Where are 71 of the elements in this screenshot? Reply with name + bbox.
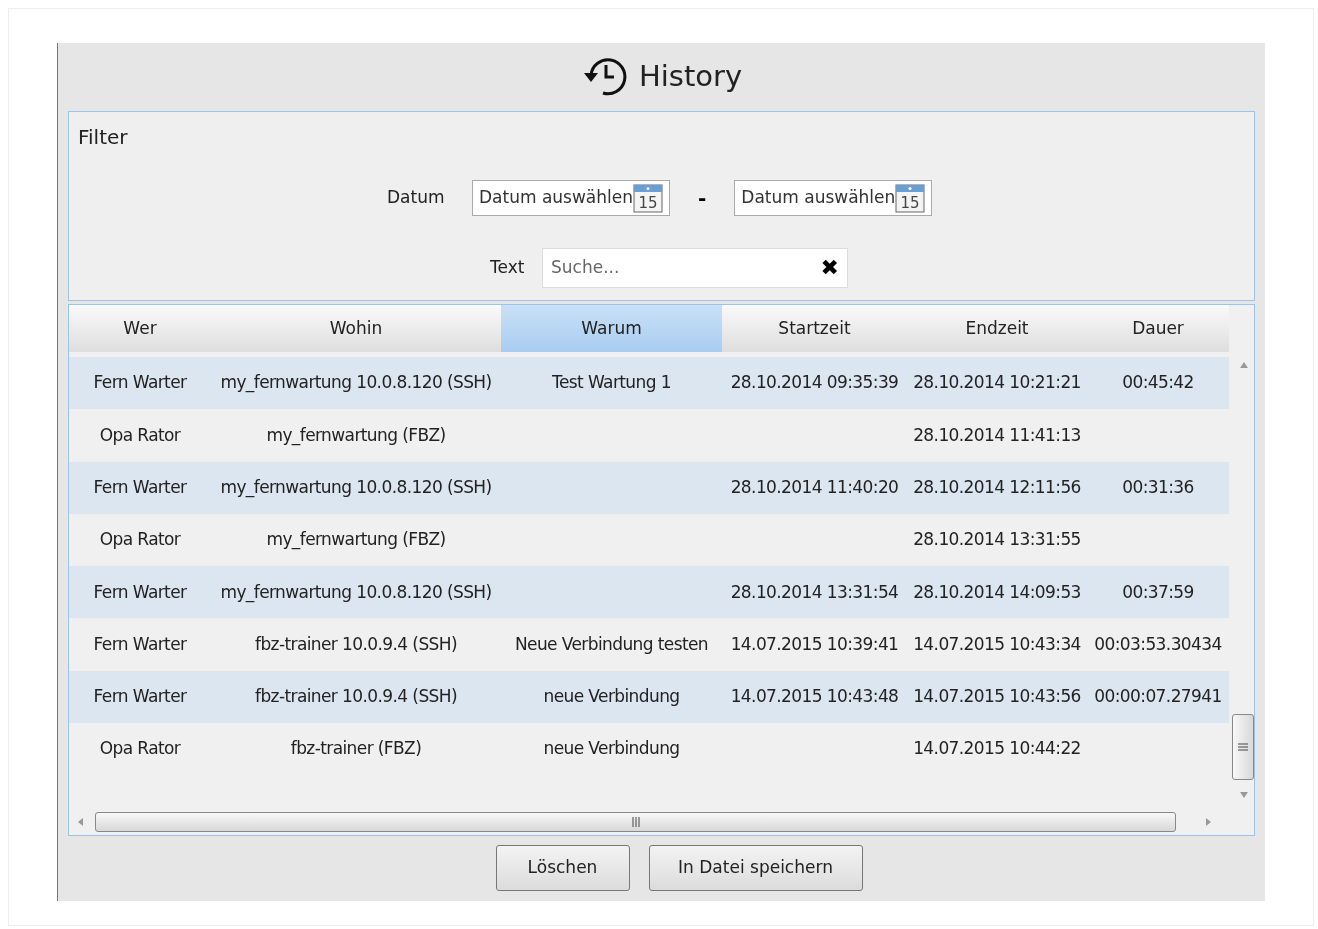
column-header[interactable]: Wohin <box>211 305 501 352</box>
table-row[interactable]: Fern Warter my_fernwartung 10.0.8.120 (SSH) 28.10.2014 13:31:54 28.10.2014 14:09:53 00:37:59 <box>69 566 1229 619</box>
table-cell-text: fbz-trainer 10.0.9.4 (SSH) <box>255 685 457 709</box>
table-cell-text: 00:45:42 <box>1122 371 1194 395</box>
clear-button[interactable]: ✖ <box>820 257 839 279</box>
table-cell-text: 14.07.2015 10:44:22 <box>913 737 1081 761</box>
table-cell-text: 28.10.2014 09:35:39 <box>730 371 899 395</box>
table-cell-text: 28.10.2014 14:09:53 <box>913 580 1081 604</box>
table-cell-text: 28.10.2014 10:21:21 <box>913 371 1081 395</box>
scroll-right-icon[interactable] <box>1206 817 1211 826</box>
table-cell-text: fbz-trainer 10.0.9.4 (SSH) <box>255 632 457 656</box>
action-button[interactable]: In Datei speichern <box>648 845 863 891</box>
calendar-icon[interactable]: 15 <box>633 183 663 213</box>
table-cell-text: Opa Rator <box>99 423 181 447</box>
scroll-up-icon[interactable] <box>1240 362 1248 368</box>
table-cell-text: 00:03:53.30434 <box>1094 632 1222 656</box>
table-cell-text: 28.10.2014 11:40:20 <box>730 476 899 499</box>
table-row[interactable]: Fern Warter my_fernwartung 10.0.8.120 (SSH) Test Wartung 1 28.10.2014 09:35:39 28.10.2014 10:21:21 00:45:42 <box>69 357 1229 410</box>
calendar-icon[interactable]: 15 <box>895 183 926 213</box>
scroll-left-icon[interactable] <box>78 817 83 826</box>
table-cell-text: Fern Warter <box>93 476 187 499</box>
grip-icon <box>1238 742 1248 752</box>
filter-title: Filter <box>78 124 128 151</box>
date-placeholder: Datum auswählen <box>479 186 633 210</box>
table-cell-text: 00:37:59 <box>1122 580 1194 604</box>
table-cell-text: Fern Warter <box>93 371 187 395</box>
table-cell-text: Fern Warter <box>93 632 187 656</box>
table-cell-text: 28.10.2014 13:31:54 <box>730 580 899 604</box>
table-cell-text: my_fernwartung 10.0.8.120 (SSH) <box>220 580 492 605</box>
column-header[interactable]: Startzeit <box>722 305 907 352</box>
action-button[interactable]: Löschen <box>495 845 630 891</box>
scrollbar-thumb[interactable] <box>1232 714 1254 780</box>
table-cell-text: 00:00:07.27941 <box>1094 685 1222 709</box>
table-row[interactable]: Fern Warter fbz-trainer 10.0.9.4 (SSH) neue Verbindung 14.07.2015 10:43:48 14.07.2015 10:43:56 00:00:07.27941 <box>69 670 1229 724</box>
table-cell-text: Opa Rator <box>99 528 181 552</box>
window-title: History <box>638 58 743 96</box>
scroll-down-icon[interactable] <box>1240 792 1248 798</box>
table-cell-text: 28.10.2014 13:31:55 <box>913 528 1081 552</box>
table-cell-text: neue Verbindung <box>543 737 680 761</box>
grip-icon <box>630 816 641 827</box>
table-cell-text: 14.07.2015 10:43:48 <box>730 685 899 709</box>
date-label: Datum <box>387 186 446 210</box>
table-cell-text: fbz-trainer (FBZ) <box>290 737 422 761</box>
table-cell-text: 14.07.2015 10:39:41 <box>730 632 899 656</box>
date-from-field[interactable]: Datum auswählen 15 <box>472 180 670 216</box>
date-separator: - <box>698 185 707 212</box>
scrollbar-thumb[interactable] <box>95 811 1176 832</box>
table-cell-text: 14.07.2015 10:43:56 <box>913 685 1081 709</box>
date-to-field[interactable]: Datum auswählen 15 <box>734 180 933 216</box>
search-field[interactable]: Suche... ✖ <box>542 248 848 288</box>
table-cell-text: my_fernwartung 10.0.8.120 (SSH) <box>220 476 492 500</box>
table-cell-text: Fern Warter <box>93 685 187 709</box>
column-header[interactable]: Warum <box>501 305 722 352</box>
column-header[interactable]: Endzeit <box>907 305 1087 352</box>
date-placeholder: Datum auswählen <box>741 186 896 210</box>
column-header[interactable]: Dauer <box>1087 305 1229 352</box>
table-cell-text: my_fernwartung (FBZ) <box>266 528 446 552</box>
table-cell-text: Opa Rator <box>99 737 181 761</box>
table-cell-text: Neue Verbindung testen <box>514 632 709 656</box>
table-row[interactable]: Fern Warter my_fernwartung 10.0.8.120 (SSH) 28.10.2014 11:40:20 28.10.2014 12:11:56 00:31:36 <box>69 461 1229 514</box>
table-cell-text: my_fernwartung (FBZ) <box>266 423 446 448</box>
table-cell-text: 28.10.2014 11:41:13 <box>913 423 1081 447</box>
table-cell-text: Fern Warter <box>93 580 187 604</box>
table-cell-text: 28.10.2014 12:11:56 <box>913 476 1081 499</box>
table-cell-text: my_fernwartung 10.0.8.120 (SSH) <box>220 371 492 395</box>
table-cell-text: 14.07.2015 10:43:34 <box>913 632 1081 656</box>
column-header[interactable]: Wer <box>69 305 211 352</box>
table-cell-text: neue Verbindung <box>543 685 680 709</box>
text-label: Text <box>490 256 526 280</box>
table-cell-text: Test Wartung 1 <box>552 371 671 395</box>
table-cell-text: 00:31:36 <box>1122 476 1194 499</box>
